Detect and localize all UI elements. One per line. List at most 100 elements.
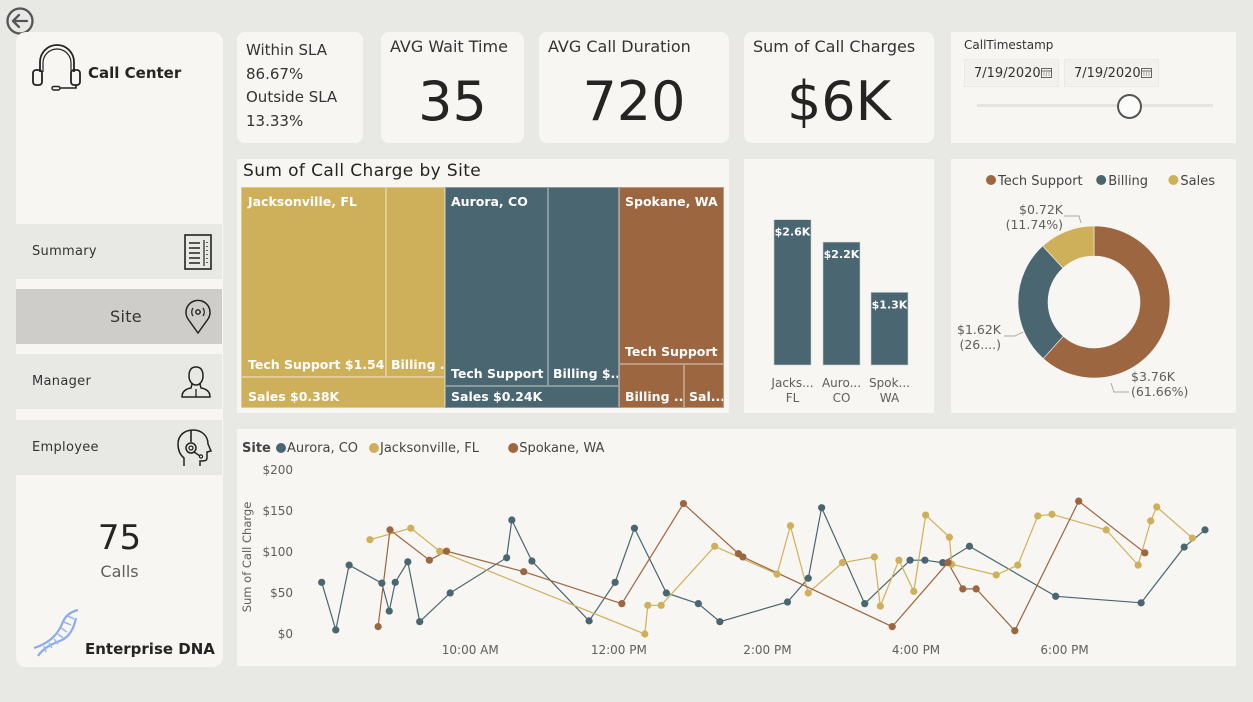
data-point[interactable] bbox=[818, 504, 826, 512]
data-point[interactable] bbox=[1153, 503, 1161, 511]
data-point[interactable] bbox=[618, 600, 626, 608]
data-point[interactable] bbox=[1147, 517, 1155, 525]
data-point[interactable] bbox=[922, 511, 930, 519]
data-point[interactable] bbox=[662, 589, 670, 597]
treemap-tile-aurora-tech-support[interactable]: Aurora, CO Tech Support ... bbox=[445, 187, 548, 386]
calendar-icon[interactable] bbox=[1041, 68, 1052, 78]
data-point[interactable] bbox=[888, 623, 896, 631]
data-point[interactable] bbox=[385, 607, 393, 615]
data-point[interactable] bbox=[508, 516, 516, 524]
nav-item-employee[interactable]: Employee bbox=[16, 420, 222, 475]
data-point[interactable] bbox=[416, 618, 424, 626]
data-point[interactable] bbox=[374, 623, 382, 631]
data-point[interactable] bbox=[345, 561, 353, 569]
data-point[interactable] bbox=[386, 526, 394, 534]
data-point[interactable] bbox=[442, 547, 451, 555]
data-point[interactable] bbox=[945, 533, 954, 541]
data-point[interactable] bbox=[711, 542, 719, 550]
legend-marker[interactable] bbox=[986, 175, 996, 185]
data-point[interactable] bbox=[425, 556, 433, 564]
data-point[interactable] bbox=[644, 601, 652, 609]
treemap-tile-spokane-tech-support[interactable]: Spokane, WA Tech Support ... bbox=[619, 187, 724, 364]
data-point[interactable] bbox=[944, 559, 952, 567]
treemap-tile-jacksonville-sales[interactable]: Sales $0.38K bbox=[241, 377, 445, 408]
nav-item-site[interactable]: Site bbox=[16, 289, 222, 344]
data-point[interactable] bbox=[378, 579, 386, 587]
data-point[interactable] bbox=[366, 536, 374, 544]
data-point[interactable] bbox=[1052, 592, 1060, 600]
data-point[interactable] bbox=[679, 500, 688, 508]
data-point[interactable] bbox=[446, 589, 454, 597]
data-point[interactable] bbox=[332, 626, 340, 634]
data-point[interactable] bbox=[1188, 534, 1196, 542]
data-point[interactable] bbox=[641, 630, 649, 638]
data-point[interactable] bbox=[804, 589, 812, 597]
data-point[interactable] bbox=[611, 578, 619, 586]
treemap-tile-jacksonville-tech-support[interactable]: Jacksonville, FL Tech Support $1.54K bbox=[241, 187, 386, 377]
data-point[interactable] bbox=[657, 601, 665, 609]
data-point[interactable] bbox=[804, 574, 812, 582]
data-point[interactable] bbox=[528, 557, 536, 565]
data-point[interactable] bbox=[838, 559, 847, 567]
data-point[interactable] bbox=[585, 617, 593, 625]
data-point[interactable] bbox=[876, 602, 884, 610]
bar[interactable] bbox=[773, 219, 812, 366]
data-point[interactable] bbox=[895, 556, 903, 564]
data-point[interactable] bbox=[1141, 549, 1149, 557]
data-point[interactable] bbox=[783, 598, 792, 606]
data-point[interactable] bbox=[773, 570, 781, 578]
data-point[interactable] bbox=[694, 600, 702, 608]
series-line[interactable] bbox=[369, 505, 1193, 635]
data-point[interactable] bbox=[1034, 512, 1042, 520]
date-slider-handle[interactable] bbox=[1117, 94, 1142, 119]
legend-marker[interactable] bbox=[1168, 175, 1179, 185]
data-point[interactable] bbox=[1048, 510, 1056, 518]
data-point[interactable] bbox=[630, 524, 639, 532]
data-point[interactable] bbox=[870, 553, 878, 561]
data-point[interactable] bbox=[1201, 526, 1209, 534]
data-point[interactable] bbox=[910, 587, 918, 595]
data-point[interactable] bbox=[1137, 599, 1145, 607]
end-date-input[interactable]: 7/19/2020 bbox=[1064, 59, 1159, 87]
data-point[interactable] bbox=[906, 556, 914, 564]
treemap-tile-jacksonville-billing[interactable]: Billing ... bbox=[386, 187, 445, 377]
series-line[interactable] bbox=[321, 505, 1206, 631]
data-point[interactable] bbox=[716, 618, 724, 626]
data-point[interactable] bbox=[921, 556, 929, 564]
treemap-tile-spokane-billing[interactable]: Billing ... bbox=[619, 364, 684, 408]
calendar-icon[interactable] bbox=[1141, 68, 1152, 78]
data-point[interactable] bbox=[391, 578, 399, 586]
data-point[interactable] bbox=[861, 600, 869, 608]
data-point[interactable] bbox=[436, 547, 444, 555]
data-point[interactable] bbox=[503, 554, 511, 562]
legend-marker[interactable] bbox=[1096, 175, 1107, 185]
treemap-tile-spokane-sales[interactable]: Sal... bbox=[684, 364, 724, 408]
donut-slice[interactable] bbox=[1017, 245, 1064, 359]
nav-item-summary[interactable]: Summary bbox=[16, 224, 222, 279]
data-point[interactable] bbox=[786, 522, 795, 530]
date-slider-track[interactable] bbox=[977, 104, 1213, 107]
legend-marker[interactable] bbox=[276, 443, 286, 453]
data-point[interactable] bbox=[318, 578, 326, 586]
data-point[interactable] bbox=[1180, 543, 1188, 551]
data-point[interactable] bbox=[959, 585, 967, 593]
data-point[interactable] bbox=[972, 585, 980, 593]
legend-marker[interactable] bbox=[508, 443, 519, 453]
tile-label: Sales $0.24K bbox=[451, 389, 543, 404]
data-point[interactable] bbox=[992, 571, 1000, 579]
start-date-input[interactable]: 7/19/2020 bbox=[964, 59, 1059, 87]
data-point[interactable] bbox=[739, 553, 747, 561]
nav-item-manager[interactable]: Manager bbox=[16, 354, 222, 409]
data-point[interactable] bbox=[1075, 497, 1083, 505]
treemap-tile-aurora-sales[interactable]: Sales $0.24K bbox=[445, 386, 619, 408]
data-point[interactable] bbox=[404, 558, 412, 566]
data-point[interactable] bbox=[965, 542, 974, 550]
data-point[interactable] bbox=[1134, 561, 1142, 569]
data-point[interactable] bbox=[520, 568, 528, 576]
data-point[interactable] bbox=[407, 524, 415, 532]
data-point[interactable] bbox=[1102, 526, 1110, 534]
treemap-tile-aurora-billing[interactable]: Billing $... bbox=[548, 187, 619, 386]
data-point[interactable] bbox=[1014, 561, 1022, 569]
legend-marker[interactable] bbox=[369, 443, 379, 453]
data-point[interactable] bbox=[1011, 627, 1019, 635]
